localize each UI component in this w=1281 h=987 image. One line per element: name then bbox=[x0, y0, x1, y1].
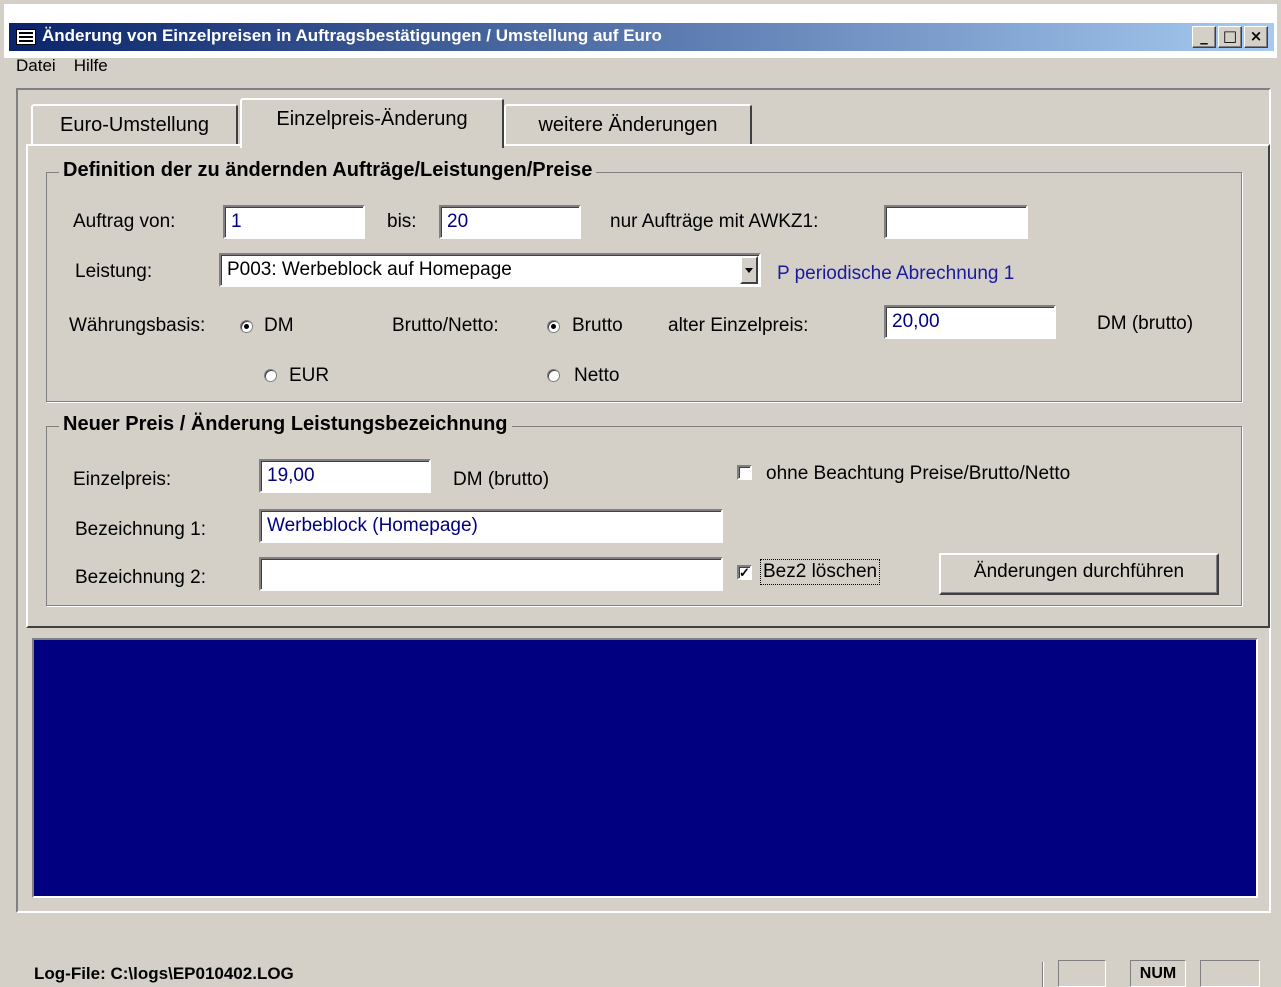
bez1-label: Bezeichnung 1: bbox=[75, 519, 206, 540]
radio-brutto-label[interactable]: Brutto bbox=[572, 315, 623, 337]
menu-bar: Datei Hilfe bbox=[14, 56, 110, 80]
status-indicator-scroll bbox=[1200, 960, 1260, 987]
group-neuer-preis-title: Neuer Preis / Änderung Leistungsbezeichn… bbox=[59, 413, 512, 436]
chevron-down-icon[interactable] bbox=[740, 256, 758, 284]
menu-hilfe[interactable]: Hilfe bbox=[72, 56, 110, 80]
alter-preis-label: alter Einzelpreis: bbox=[668, 315, 809, 336]
bez1-input[interactable]: Werbeblock (Homepage) bbox=[259, 509, 723, 543]
leistung-select[interactable]: P003: Werbeblock auf Homepage bbox=[219, 253, 761, 287]
leistung-label: Leistung: bbox=[75, 261, 153, 282]
waehrung-label: Währungsbasis: bbox=[69, 315, 206, 336]
bis-input[interactable]: 20 bbox=[439, 205, 581, 239]
auftrag-von-label: Auftrag von: bbox=[73, 211, 176, 232]
bis-label: bis: bbox=[387, 211, 417, 232]
maximize-button[interactable]: □ bbox=[1218, 26, 1242, 48]
bez2-label: Bezeichnung 2: bbox=[75, 567, 206, 588]
radio-eur[interactable] bbox=[264, 369, 277, 382]
alter-preis-unit: DM (brutto) bbox=[1097, 313, 1194, 334]
minimize-button[interactable]: _ bbox=[1192, 26, 1216, 48]
window-title: Änderung von Einzelpreisen in Auftragsbe… bbox=[42, 26, 662, 45]
radio-eur-label[interactable]: EUR bbox=[289, 365, 329, 387]
bruttonetto-label: Brutto/Netto: bbox=[392, 315, 499, 336]
radio-dm-label[interactable]: DM bbox=[264, 315, 294, 337]
leistung-select-value: P003: Werbeblock auf Homepage bbox=[227, 259, 512, 280]
close-button[interactable]: × bbox=[1244, 26, 1268, 48]
log-output-pane[interactable] bbox=[32, 638, 1258, 898]
tab-weitere-aenderungen[interactable]: weitere Änderungen bbox=[504, 104, 752, 144]
radio-netto-label[interactable]: Netto bbox=[574, 365, 619, 387]
aenderungen-durchfuehren-button[interactable]: Änderungen durchführen bbox=[939, 553, 1219, 595]
menu-datei[interactable]: Datei bbox=[14, 56, 58, 80]
awkz-input[interactable] bbox=[884, 205, 1028, 239]
title-bar-caption[interactable]: Änderung von Einzelpreisen in Auftragsbe… bbox=[9, 23, 1274, 51]
app-form-icon[interactable] bbox=[16, 29, 36, 45]
ohne-beachtung-checkbox[interactable] bbox=[737, 465, 752, 480]
alter-preis-input[interactable]: 20,00 bbox=[884, 305, 1056, 339]
ohne-beachtung-label[interactable]: ohne Beachtung Preise/Brutto/Netto bbox=[766, 463, 1070, 485]
bez2-input[interactable] bbox=[259, 557, 723, 591]
group-definition: Definition der zu ändernden Aufträge/Lei… bbox=[46, 159, 1242, 402]
einzelpreis-unit: DM (brutto) bbox=[453, 469, 550, 490]
group-definition-title: Definition der zu ändernden Aufträge/Lei… bbox=[59, 159, 597, 182]
bez2-loeschen-label[interactable]: Bez2 löschen bbox=[760, 559, 881, 585]
einzelpreis-input[interactable]: 19,00 bbox=[259, 459, 431, 493]
bez2-loeschen-checkbox[interactable]: ✓ bbox=[737, 565, 752, 580]
status-bar: Log-File: C:\logs\EP010402.LOG NUM bbox=[0, 956, 1281, 987]
status-indicator-num: NUM bbox=[1130, 960, 1186, 987]
tab-einzelpreis-aenderung[interactable]: Einzelpreis-Änderung bbox=[240, 98, 504, 148]
tab-euro-umstellung[interactable]: Euro-Umstellung bbox=[31, 104, 238, 144]
group-neuer-preis: Neuer Preis / Änderung Leistungsbezeichn… bbox=[46, 413, 1242, 606]
auftrag-von-input[interactable]: 1 bbox=[223, 205, 365, 239]
window-controls: _ □ × bbox=[1192, 26, 1268, 48]
title-bar: Änderung von Einzelpreisen in Auftragsbe… bbox=[4, 4, 1277, 58]
radio-brutto[interactable] bbox=[547, 320, 560, 333]
status-divider bbox=[1042, 962, 1044, 987]
tab-panel-einzelpreis: Definition der zu ändernden Aufträge/Lei… bbox=[26, 144, 1270, 628]
application-window: Änderung von Einzelpreisen in Auftragsbe… bbox=[0, 0, 1281, 987]
radio-dm[interactable] bbox=[240, 320, 253, 333]
radio-netto[interactable] bbox=[547, 369, 560, 382]
leistung-info: P periodische Abrechnung 1 bbox=[777, 263, 1015, 284]
awkz-label: nur Aufträge mit AWKZ1: bbox=[610, 211, 819, 232]
logfile-status: Log-File: C:\logs\EP010402.LOG bbox=[34, 964, 294, 983]
status-indicator-caps bbox=[1058, 960, 1106, 987]
einzelpreis-label: Einzelpreis: bbox=[73, 469, 172, 490]
